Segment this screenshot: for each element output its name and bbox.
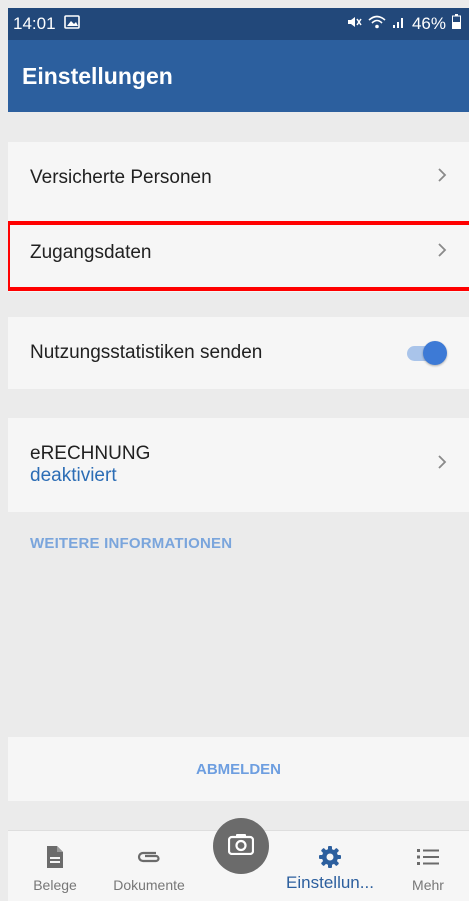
gallery-notification-icon [63, 14, 80, 34]
nav-label: Einstellun... [286, 873, 374, 892]
erechnung-text: eRECHNUNG deaktiviert [30, 443, 150, 487]
settings-row-label: eRECHNUNG [30, 443, 151, 464]
battery-icon [452, 14, 461, 34]
settings-row-insured-persons[interactable]: Versicherte Personen [8, 142, 469, 214]
document-icon [46, 843, 64, 871]
mute-icon [346, 14, 362, 34]
erechnung-status: deaktiviert [30, 465, 117, 486]
toggle-knob [423, 341, 447, 365]
gear-icon [318, 843, 342, 871]
status-bar: 14:01 46% [8, 8, 469, 40]
usage-statistics-toggle[interactable] [407, 341, 447, 365]
camera-icon [227, 833, 255, 860]
bottom-navigation: Belege Dokumente Einstellun... Mehr [8, 818, 469, 901]
settings-row-access-data[interactable]: Zugangsdaten [8, 214, 469, 292]
wifi-icon [368, 14, 386, 34]
nav-tab-dokumente[interactable]: Dokumente [106, 831, 192, 901]
settings-row-label: Nutzungsstatistiken senden [30, 342, 263, 363]
nav-label: Dokumente [113, 877, 185, 893]
logout-button[interactable]: ABMELDEN [8, 737, 469, 801]
settings-row-label: Versicherte Personen [30, 167, 212, 188]
status-right: 46% [346, 14, 461, 34]
status-time: 14:01 [13, 14, 56, 33]
nav-label: Belege [33, 877, 77, 893]
menu-list-icon [417, 843, 439, 871]
nav-tab-mehr[interactable]: Mehr [408, 831, 448, 901]
paperclip-icon [136, 843, 162, 871]
settings-row-label: Zugangsdaten [30, 242, 152, 263]
battery-percent: 46% [411, 14, 446, 33]
nav-tab-einstellungen[interactable]: Einstellun... [284, 831, 376, 901]
more-information-link[interactable]: WEITERE INFORMATIONEN [30, 535, 232, 552]
nav-label: Mehr [412, 877, 444, 893]
signal-icon [392, 14, 406, 34]
logout-label: ABMELDEN [196, 760, 281, 778]
nav-tab-belege[interactable]: Belege [30, 831, 80, 901]
chevron-right-icon [437, 167, 447, 189]
chevron-right-icon [437, 242, 447, 264]
page-title: Einstellungen [22, 62, 173, 89]
settings-row-erechnung[interactable]: eRECHNUNG deaktiviert [8, 418, 469, 512]
app-screen: 14:01 46% Einstellungen Versicherte Pers… [8, 8, 469, 901]
chevron-right-icon [437, 454, 447, 476]
app-bar: Einstellungen [8, 40, 469, 112]
settings-row-usage-statistics[interactable]: Nutzungsstatistiken senden [8, 317, 469, 389]
camera-button[interactable] [213, 818, 269, 874]
